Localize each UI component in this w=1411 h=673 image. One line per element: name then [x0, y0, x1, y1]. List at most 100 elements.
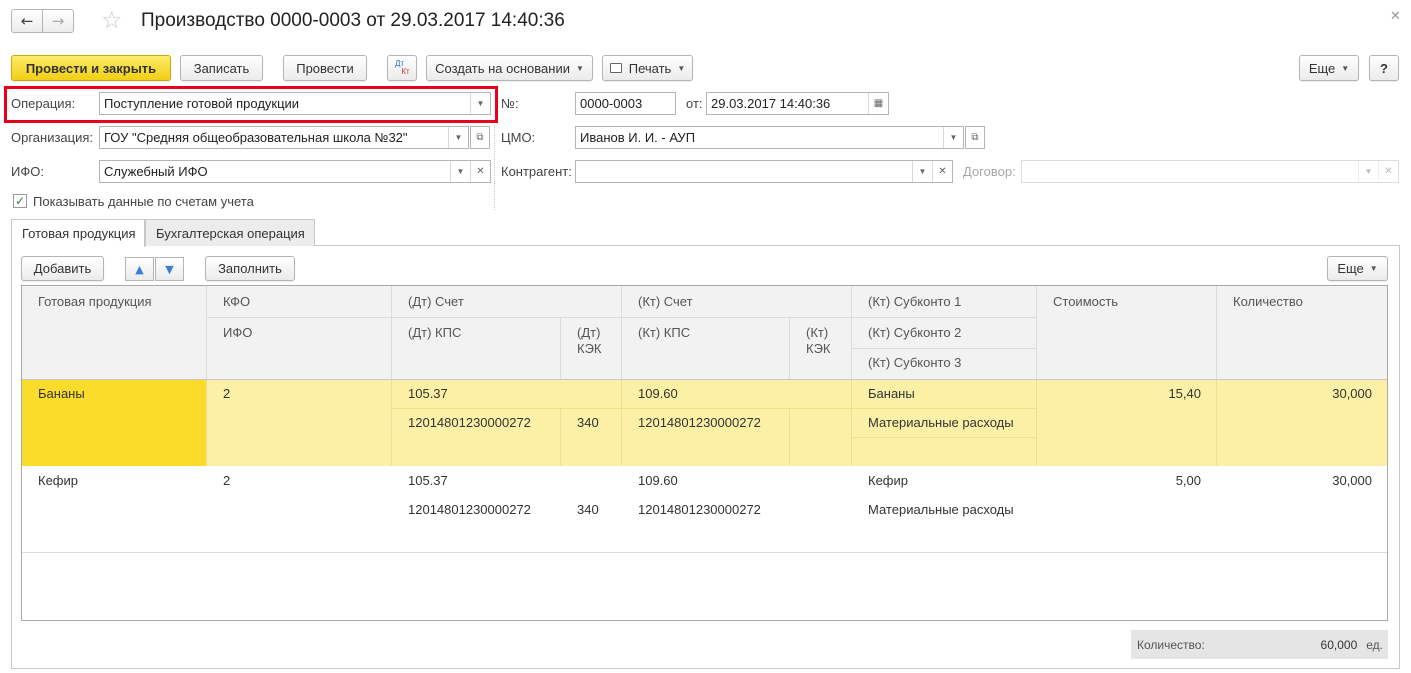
- organization-label: Организация:: [11, 130, 94, 145]
- calendar-icon[interactable]: ▦: [868, 93, 888, 114]
- ifo-field[interactable]: Служебный ИФО ▼ ✕: [99, 160, 491, 183]
- col-header-dt-account[interactable]: (Дт) Счет: [392, 294, 480, 309]
- arrow-right-icon: →: [51, 12, 65, 30]
- ifo-value: Служебный ИФО: [104, 164, 208, 179]
- caret-down-icon: ▼: [575, 63, 584, 73]
- col-header-ifo[interactable]: ИФО: [207, 325, 268, 340]
- post-and-close-button[interactable]: Провести и закрыть: [11, 55, 171, 81]
- cell-kt-subconto-1[interactable]: Кефир: [852, 473, 924, 488]
- move-down-button[interactable]: ▼: [155, 257, 184, 281]
- clear-icon[interactable]: ✕: [932, 161, 952, 182]
- organization-field[interactable]: ГОУ "Средняя общеобразовательная школа №…: [99, 126, 469, 149]
- forward-button[interactable]: →: [42, 9, 74, 33]
- dt-kt-button[interactable]: Дт Кт: [387, 55, 417, 81]
- cell-dt-kps[interactable]: 12014801230000272: [392, 502, 547, 517]
- contract-label: Договор:: [963, 164, 1016, 179]
- col-header-dt-kps[interactable]: (Дт) КПС: [392, 325, 477, 340]
- help-button[interactable]: ?: [1369, 55, 1399, 81]
- grid-line: [1036, 286, 1037, 379]
- col-header-kt-kek-line1[interactable]: (Кт): [790, 325, 844, 340]
- cell-quantity[interactable]: 30,000: [1217, 386, 1387, 401]
- date-value: 29.03.2017 14:40:36: [711, 96, 831, 111]
- grid-line: [851, 348, 1037, 349]
- cmo-field[interactable]: Иванов И. И. - АУП ▼: [575, 126, 964, 149]
- counterparty-field[interactable]: ▼ ✕: [575, 160, 953, 183]
- cell-dt-kek[interactable]: 340: [561, 502, 615, 517]
- show-accounts-checkbox[interactable]: ✓: [13, 194, 27, 208]
- column-separator: [494, 125, 495, 210]
- save-button[interactable]: Записать: [180, 55, 263, 81]
- col-header-cost[interactable]: Стоимость: [1037, 294, 1134, 309]
- cell-kfo[interactable]: 2: [207, 473, 246, 488]
- date-field[interactable]: 29.03.2017 14:40:36 ▦: [706, 92, 889, 115]
- cell-dt-kps[interactable]: 12014801230000272: [392, 415, 547, 430]
- contract-field: ▼ ✕: [1021, 160, 1399, 183]
- cell-kt-subconto-1[interactable]: Бананы: [852, 386, 931, 401]
- grid-line: [621, 286, 622, 379]
- dropdown-arrow-icon[interactable]: ▼: [450, 161, 470, 182]
- col-header-kfo[interactable]: КФО: [207, 294, 266, 309]
- more-button[interactable]: Еще ▼: [1299, 55, 1359, 81]
- products-table[interactable]: Готовая продукция КФО ИФО (Дт) Счет (Дт)…: [21, 285, 1388, 621]
- col-header-kt-kps[interactable]: (Кт) КПС: [622, 325, 706, 340]
- cell-product[interactable]: Бананы: [22, 386, 101, 401]
- tab-accounting-operation[interactable]: Бухгалтерская операция: [145, 219, 315, 246]
- dropdown-arrow-icon[interactable]: ▼: [470, 93, 490, 114]
- open-cmo-icon[interactable]: ⧉: [965, 126, 985, 149]
- cell-kt-account[interactable]: 109.60: [622, 473, 694, 488]
- table-more-label: Еще: [1337, 261, 1364, 276]
- col-header-quantity[interactable]: Количество: [1217, 294, 1319, 309]
- table-more-button[interactable]: Еще ▼: [1327, 256, 1388, 281]
- col-header-kt-subconto-2[interactable]: (Кт) Субконто 2: [852, 325, 977, 340]
- dropdown-arrow-icon[interactable]: ▼: [943, 127, 963, 148]
- organization-value: ГОУ "Средняя общеобразовательная школа №…: [104, 130, 408, 145]
- post-button[interactable]: Провести: [283, 55, 367, 81]
- close-icon[interactable]: ✕: [1390, 9, 1401, 24]
- cell-quantity[interactable]: 30,000: [1217, 473, 1387, 488]
- create-based-on-label: Создать на основании: [435, 60, 570, 76]
- cell-kt-subconto-2[interactable]: Материальные расходы: [852, 502, 1030, 517]
- grid-line: [851, 408, 1037, 409]
- cell-kt-kps[interactable]: 12014801230000272: [622, 502, 777, 517]
- arrow-up-icon: ▲: [135, 262, 144, 276]
- cell-cost[interactable]: 15,40: [1037, 386, 1217, 401]
- cell-cost[interactable]: 5,00: [1037, 473, 1217, 488]
- open-organization-icon[interactable]: ⧉: [470, 126, 490, 149]
- col-header-kt-kek-line2[interactable]: КЭК: [790, 341, 847, 356]
- fill-button[interactable]: Заполнить: [205, 256, 295, 281]
- cell-kt-account[interactable]: 109.60: [622, 386, 694, 401]
- caret-down-icon: ▼: [677, 63, 686, 73]
- cell-kt-subconto-2[interactable]: Материальные расходы: [852, 415, 1030, 430]
- back-button[interactable]: ←: [11, 9, 43, 33]
- move-up-button[interactable]: ▲: [125, 257, 154, 281]
- favorite-star-icon[interactable]: ☆: [101, 6, 123, 34]
- grid-line: [206, 317, 852, 318]
- clear-icon: ✕: [1378, 161, 1398, 182]
- grid-line: [851, 437, 1037, 438]
- show-accounts-label[interactable]: Показывать данные по счетам учета: [33, 194, 254, 209]
- col-header-dt-kek-line1[interactable]: (Дт): [561, 325, 616, 340]
- cell-kt-kps[interactable]: 12014801230000272: [622, 415, 777, 430]
- col-header-kt-subconto-1[interactable]: (Кт) Субконто 1: [852, 294, 977, 309]
- number-field[interactable]: 0000-0003: [575, 92, 676, 115]
- col-header-kt-subconto-3[interactable]: (Кт) Субконто 3: [852, 355, 977, 370]
- operation-value: Поступление готовой продукции: [104, 96, 300, 111]
- col-header-dt-kek-line2[interactable]: КЭК: [561, 341, 618, 356]
- tab-finished-products[interactable]: Готовая продукция: [11, 219, 145, 247]
- dropdown-arrow-icon[interactable]: ▼: [912, 161, 932, 182]
- dropdown-arrow-icon[interactable]: ▼: [448, 127, 468, 148]
- add-row-button[interactable]: Добавить: [21, 256, 104, 281]
- grid-line: [789, 317, 790, 379]
- create-based-on-button[interactable]: Создать на основании ▼: [426, 55, 593, 81]
- operation-field[interactable]: Поступление готовой продукции ▼: [99, 92, 491, 115]
- print-button[interactable]: Печать ▼: [602, 55, 693, 81]
- cell-kfo[interactable]: 2: [207, 386, 246, 401]
- col-header-kt-account[interactable]: (Кт) Счет: [622, 294, 709, 309]
- dropdown-arrow-icon: ▼: [1358, 161, 1378, 182]
- cell-dt-account[interactable]: 105.37: [392, 386, 464, 401]
- cell-product[interactable]: Кефир: [22, 473, 94, 488]
- clear-icon[interactable]: ✕: [470, 161, 490, 182]
- col-header-product[interactable]: Готовая продукция: [22, 294, 168, 309]
- cell-dt-kek[interactable]: 340: [561, 415, 615, 430]
- cell-dt-account[interactable]: 105.37: [392, 473, 464, 488]
